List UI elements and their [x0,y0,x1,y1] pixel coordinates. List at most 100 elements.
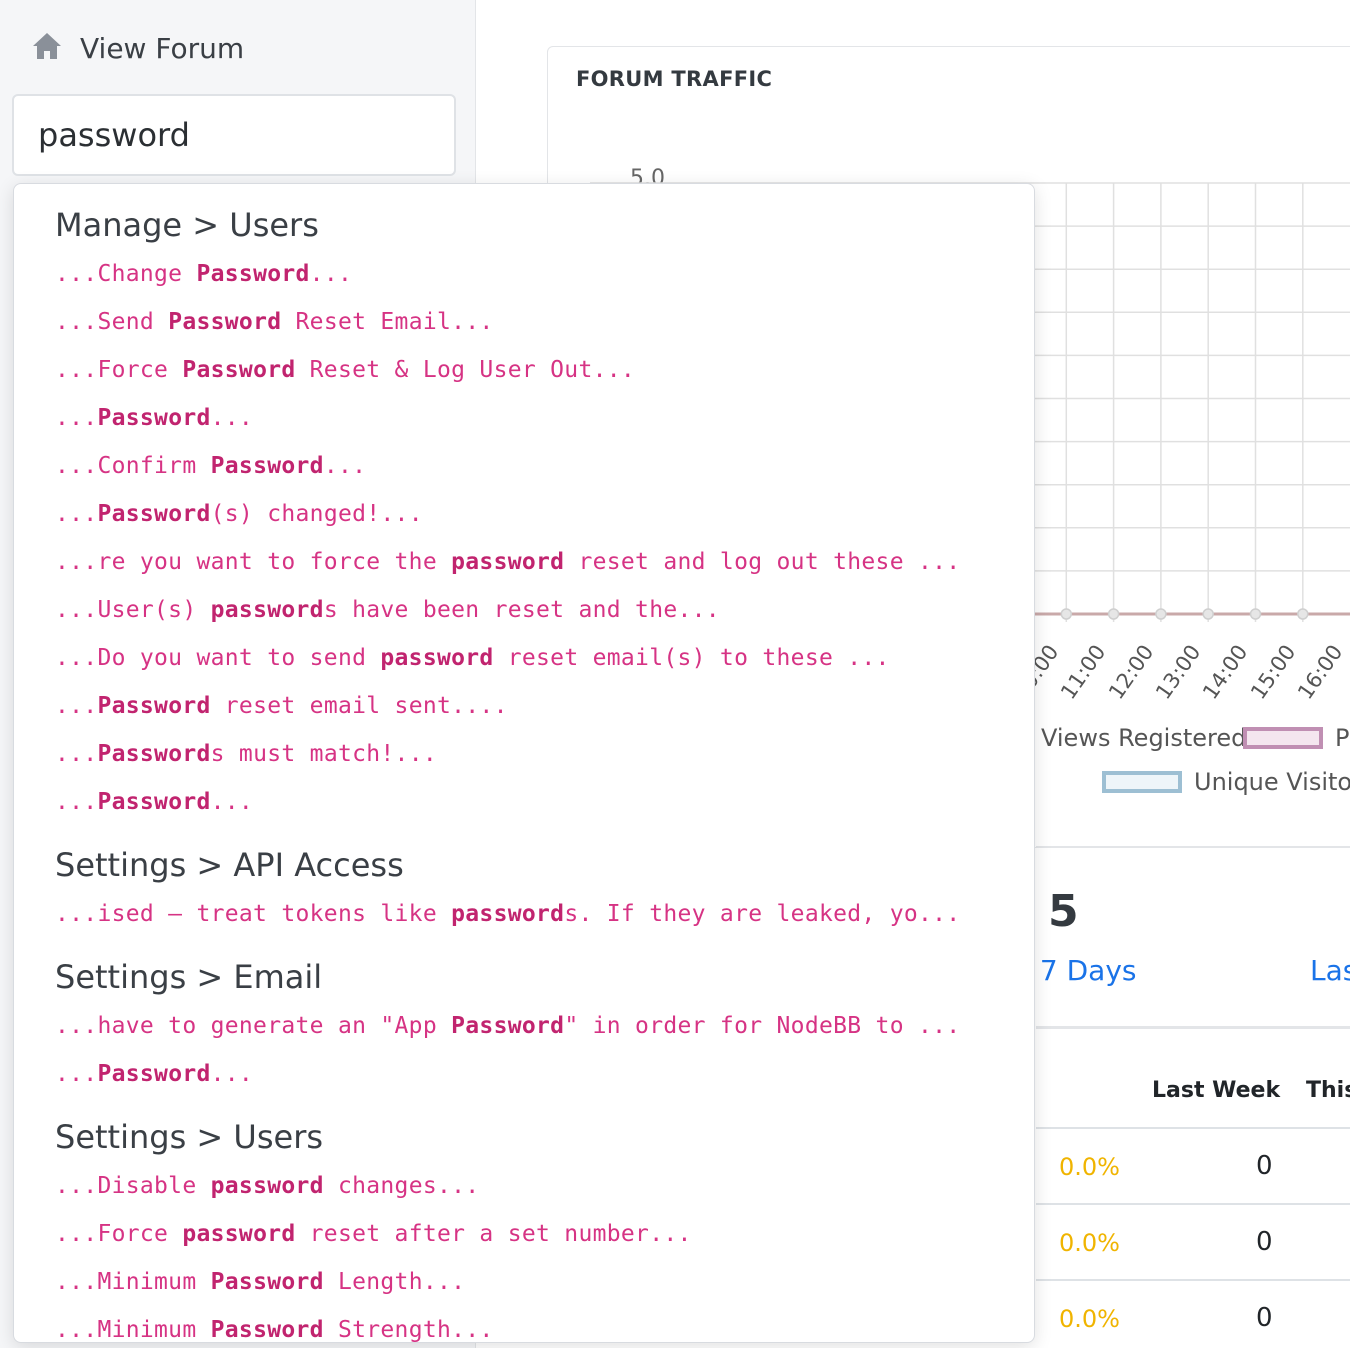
result-text: ...Minimum [55,1269,211,1295]
result-text: Strength... [323,1317,494,1343]
search-result-item[interactable]: ...Minimum Password Strength... [55,1317,494,1343]
result-text: ... [55,501,98,527]
result-text: ...Confirm [55,453,211,479]
search-results-dropdown: Manage > Users ...Change Password... ...Se… [13,183,1035,1343]
legend-unique-visitors[interactable]: Unique Visitors [1102,768,1350,796]
result-text: Length... [323,1269,466,1295]
result-text: (s) changed!... [210,501,423,527]
search-result-item[interactable]: ...Change Password... [55,261,352,287]
search-result-item[interactable]: ...have to generate an "App Password" in… [55,1013,960,1039]
result-text: ...Force [55,1221,183,1247]
result-match-highlight: Password [97,501,211,527]
table-header-last-week: Last Week [1152,1078,1281,1103]
result-text: changes... [323,1173,480,1199]
search-result-item[interactable]: ...User(s) passwords have been reset and… [55,597,720,623]
search-result-item[interactable]: ...Do you want to send password reset em… [55,645,890,671]
result-match-highlight: Password [182,357,296,383]
data-point [1249,608,1262,620]
result-match-highlight: Password [97,789,211,815]
data-point [1297,608,1309,620]
result-match-highlight: Password [451,1013,565,1039]
data-point [1155,608,1167,620]
table-row-value: 0 [1256,1303,1273,1333]
result-group-heading: Settings > Email [55,958,323,996]
result-text: ... [323,453,367,479]
table-row-pct: 0.0% [1059,1305,1120,1333]
result-text: ... [55,789,98,815]
search-result-item[interactable]: ...Confirm Password... [55,453,366,479]
table-row-value: 0 [1256,1227,1273,1257]
search-result-item[interactable]: ...Password... [55,405,253,431]
result-text: ...Minimum [55,1317,211,1343]
legend-page-views[interactable]: P [1243,724,1349,752]
search-result-item[interactable]: ...Passwords must match!... [55,741,437,767]
result-group-heading: Settings > API Access [55,846,404,884]
result-text: ...Do you want to send [55,645,381,671]
legend-swatch-unique-visitors [1102,771,1182,793]
result-match-highlight: password [182,1221,296,1247]
result-text: ...Send [55,309,169,335]
table-row-value: 0 [1256,1151,1273,1181]
table-header-this-week: This [1306,1078,1350,1103]
search-result-item[interactable]: ...re you want to force the password res… [55,549,960,575]
table-divider [1036,1279,1350,1281]
table-divider [1036,1203,1350,1205]
result-match-highlight: password [210,1173,324,1199]
result-match-highlight: Password [196,261,310,287]
result-match-highlight: Password [210,453,324,479]
result-match-highlight: Password [210,1269,324,1295]
result-text: " in order for NodeBB to ... [564,1013,961,1039]
divider [1036,1026,1350,1029]
result-text: ... [55,741,98,767]
result-text: ...Disable [55,1173,211,1199]
data-point [1060,608,1073,620]
legend-views-registered[interactable]: Views Registered [1041,724,1246,752]
result-text: ... [55,1061,98,1087]
table-divider [1036,1127,1350,1129]
last-period-link[interactable]: Las [1310,954,1350,987]
result-text: reset and log out these ... [564,549,961,575]
search-result-item[interactable]: ...Send Password Reset Email... [55,309,494,335]
search-result-item[interactable]: ...Password... [55,789,253,815]
divider [1036,846,1350,848]
stat-number: 5 [1048,886,1079,937]
result-match-highlight: Password [97,405,211,431]
search-result-item[interactable]: ...Disable password changes... [55,1173,479,1199]
result-match-highlight: Password [97,693,211,719]
result-text: ... [309,261,353,287]
data-point [1202,608,1214,620]
result-match-highlight: password [210,597,324,623]
result-text: ... [210,1061,254,1087]
search-result-item[interactable]: ...Minimum Password Length... [55,1269,465,1295]
table-row-pct: 0.0% [1059,1153,1120,1181]
legend-swatch-page-views [1243,727,1323,749]
result-text: reset email sent.... [210,693,508,719]
result-match-highlight: password [451,901,565,927]
result-text: Reset Email... [281,309,494,335]
result-text: ...re you want to force the [55,549,452,575]
result-match-highlight: Password [210,1317,324,1343]
search-result-item[interactable]: ...Force Password Reset & Log User Out..… [55,357,635,383]
table-row-pct: 0.0% [1059,1229,1120,1257]
result-text: reset email(s) to these ... [493,645,890,671]
search-result-item[interactable]: ...Password(s) changed!... [55,501,423,527]
result-group-heading: Manage > Users [55,206,319,244]
search-result-item[interactable]: ...Password reset email sent.... [55,693,508,719]
result-text: ... [210,789,254,815]
data-point [1107,608,1120,620]
result-text: s must match!... [210,741,437,767]
result-match-highlight: Password [97,1061,211,1087]
last-7-days-link[interactable]: t 7 Days [1020,954,1136,987]
result-match-highlight: password [380,645,494,671]
result-match-highlight: password [451,549,565,575]
search-result-item[interactable]: ...ised — treat tokens like passwords. I… [55,901,960,927]
result-text: ... [55,405,98,431]
result-text: ...have to generate an "App [55,1013,452,1039]
result-group-heading: Settings > Users [55,1118,324,1156]
result-text: ... [210,405,254,431]
search-result-item[interactable]: ...Force password reset after a set numb… [55,1221,692,1247]
result-text: ...Force [55,357,183,383]
result-text: ...User(s) [55,597,211,623]
search-result-item[interactable]: ...Password... [55,1061,253,1087]
result-text: s have been reset and the... [323,597,720,623]
